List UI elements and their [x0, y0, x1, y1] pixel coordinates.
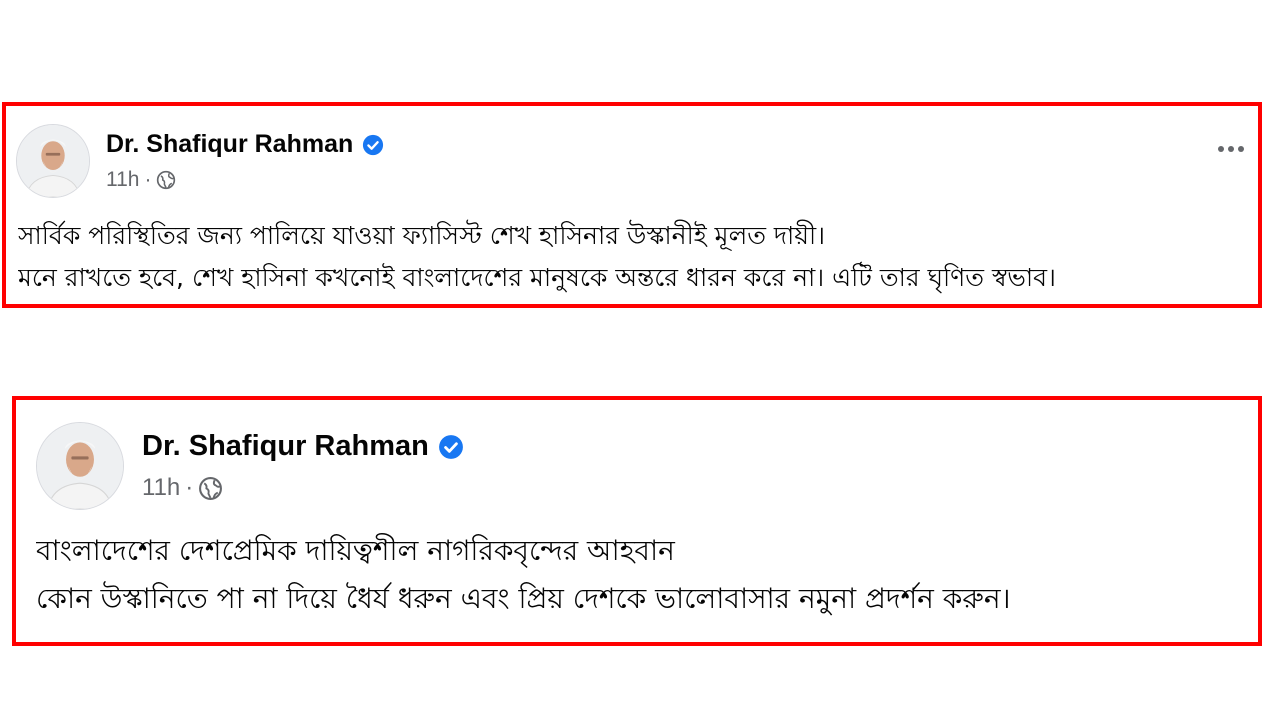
post-timestamp[interactable]: 11h: [106, 168, 139, 192]
post-card: Dr. Shafiqur Rahman 11h · সার্বিক পরিস্থ…: [2, 102, 1262, 308]
post-body: সার্বিক পরিস্থিতির জন্য পালিয়ে যাওয়া ফ…: [18, 218, 1252, 302]
post-text-line: সার্বিক পরিস্থিতির জন্য পালিয়ে যাওয়া ফ…: [18, 221, 826, 250]
post-text-line: বাংলাদেশের দেশপ্রেমিক দায়িত্বশীল নাগরিক…: [36, 534, 675, 567]
post-timestamp[interactable]: 11h: [142, 474, 180, 502]
avatar-image: [17, 125, 89, 197]
verified-badge-icon: [438, 434, 464, 460]
globe-icon[interactable]: [198, 476, 223, 501]
meta-separator: ·: [144, 168, 152, 191]
author-avatar[interactable]: [36, 422, 124, 510]
author-name[interactable]: Dr. Shafiqur Rahman: [106, 130, 353, 159]
verified-badge-icon: [362, 134, 384, 156]
avatar-image: [37, 423, 123, 509]
post-body: বাংলাদেশের দেশপ্রেমিক দায়িত্বশীল নাগরিক…: [36, 530, 1252, 626]
meta-separator: ·: [185, 474, 194, 501]
globe-icon[interactable]: [156, 170, 176, 190]
post-text-line: কোন উস্কানিতে পা না দিয়ে ধৈর্য ধরুন এবং…: [36, 582, 1011, 615]
post-text-line: মনে রাখতে হবে, শেখ হাসিনা কখনোই বাংলাদেশ…: [18, 263, 1056, 292]
post-card: Dr. Shafiqur Rahman 11h · বাংলাদেশের দেশ…: [12, 396, 1262, 646]
author-name[interactable]: Dr. Shafiqur Rahman: [142, 430, 429, 463]
author-avatar[interactable]: [16, 124, 90, 198]
more-options-icon[interactable]: [1218, 146, 1244, 152]
